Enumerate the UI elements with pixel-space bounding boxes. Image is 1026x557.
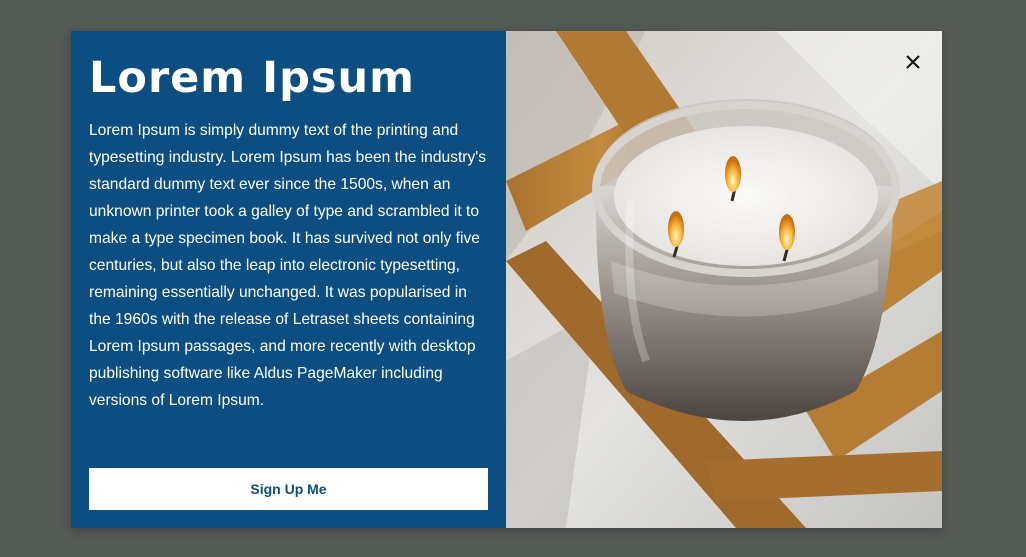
candle-illustration: [506, 31, 942, 528]
modal-description: Lorem Ipsum is simply dummy text of the …: [89, 122, 487, 409]
modal-content-panel: Lorem Ipsum Lorem Ipsum is simply dummy …: [71, 31, 506, 528]
close-icon[interactable]: [902, 51, 924, 73]
sign-up-button[interactable]: Sign Up Me: [89, 468, 488, 510]
modal-title: Lorem Ipsum: [89, 53, 415, 103]
candle-image: [506, 31, 942, 528]
signup-modal: Lorem Ipsum Lorem Ipsum is simply dummy …: [71, 31, 942, 528]
